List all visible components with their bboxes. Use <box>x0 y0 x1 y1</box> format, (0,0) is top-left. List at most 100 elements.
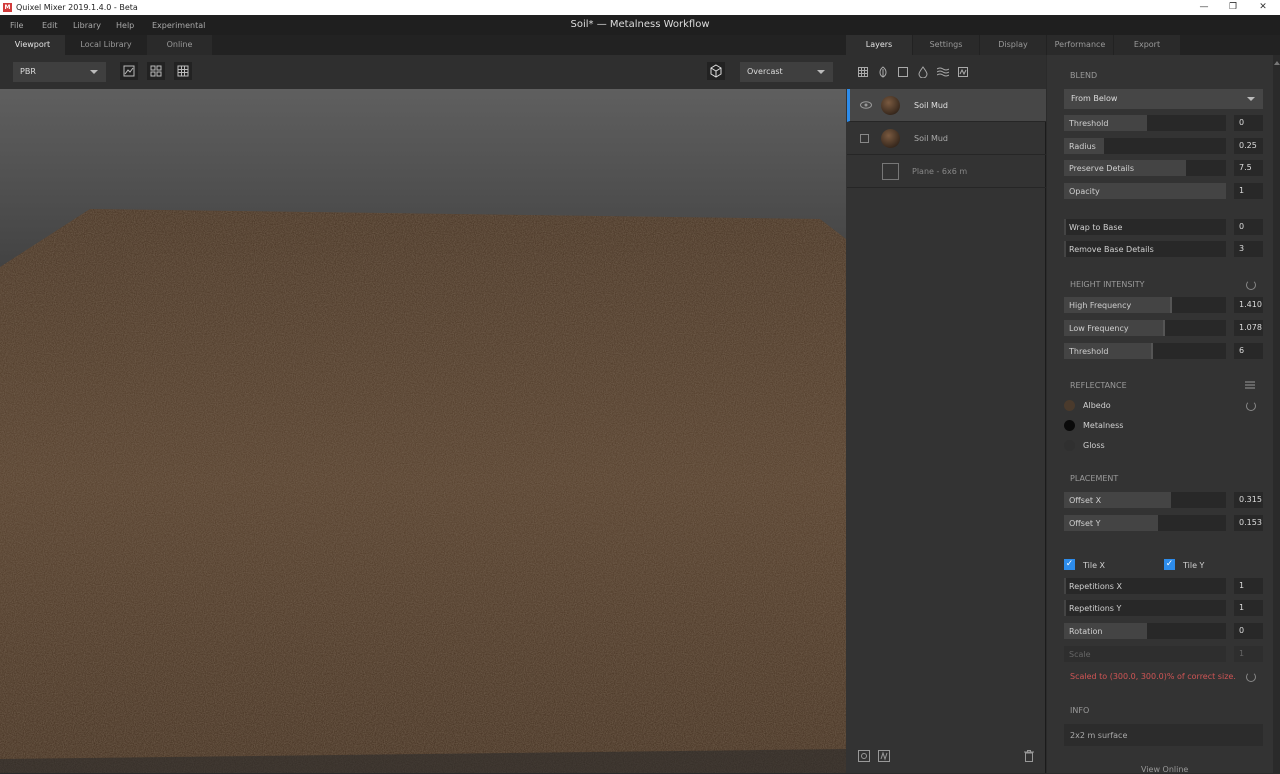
rotation-slider[interactable]: Rotation <box>1064 623 1226 639</box>
scale-value: 1 <box>1234 646 1263 662</box>
grid-2x2-icon <box>150 65 162 77</box>
tab-export[interactable]: Export <box>1114 35 1180 55</box>
remove-base-details-value[interactable]: 3 <box>1234 241 1263 257</box>
soil-surface-render <box>0 209 846 773</box>
blend-mode-value: From Below <box>1071 94 1118 103</box>
grid-view-button[interactable] <box>174 62 192 80</box>
tab-layers[interactable]: Layers <box>846 35 912 55</box>
gloss-swatch[interactable] <box>1064 440 1075 451</box>
tile-y-checkbox[interactable]: ✓ <box>1164 559 1175 570</box>
slider-label: Wrap to Base <box>1069 223 1123 232</box>
grid-3x3-icon <box>177 65 189 77</box>
quad-view-button[interactable] <box>147 62 165 80</box>
repetitions-y-slider[interactable]: Repetitions Y <box>1064 600 1226 616</box>
tile-x-checkbox[interactable]: ✓ <box>1064 559 1075 570</box>
scrollbar[interactable] <box>1273 55 1280 773</box>
high-frequency-value[interactable]: 1.410 <box>1234 297 1263 313</box>
radius-value[interactable]: 0.25 <box>1234 138 1263 154</box>
trash-icon[interactable] <box>1024 750 1034 762</box>
albedo-swatch[interactable] <box>1064 400 1075 411</box>
info-section-title: INFO <box>1070 706 1090 715</box>
remove-base-details-slider[interactable]: Remove Base Details <box>1064 241 1226 257</box>
viewport-canvas[interactable] <box>0 89 846 773</box>
leaf-icon[interactable] <box>878 66 888 78</box>
offset-y-value[interactable]: 0.153 <box>1234 515 1263 531</box>
cube-icon <box>710 64 722 78</box>
repetitions-x-value[interactable]: 1 <box>1234 578 1263 594</box>
height-threshold-value[interactable]: 6 <box>1234 343 1263 359</box>
radius-slider[interactable]: Radius <box>1064 138 1226 154</box>
slider-label: Threshold <box>1069 119 1109 128</box>
low-frequency-value[interactable]: 1.078 <box>1234 320 1263 336</box>
preserve-details-value[interactable]: 7.5 <box>1234 160 1263 176</box>
layer-row[interactable]: Soil Mud <box>847 122 1046 155</box>
info-text: 2x2 m surface <box>1070 731 1128 740</box>
slider-label: High Frequency <box>1069 301 1132 310</box>
reset-icon[interactable] <box>1246 401 1256 411</box>
waves-icon[interactable] <box>937 67 949 77</box>
fluid-icon[interactable] <box>918 66 928 78</box>
tab-viewport[interactable]: Viewport <box>0 35 65 55</box>
wrap-to-base-slider[interactable]: Wrap to Base <box>1064 219 1226 235</box>
wrap-to-base-value[interactable]: 0 <box>1234 219 1263 235</box>
layer-name: Soil Mud <box>914 101 949 110</box>
render-mode-dropdown[interactable]: PBR <box>13 62 106 82</box>
opacity-slider[interactable]: Opacity <box>1064 183 1226 199</box>
layer-row[interactable]: Soil Mud <box>847 89 1046 122</box>
albedo-label: Albedo <box>1083 401 1111 410</box>
tab-display[interactable]: Display <box>980 35 1046 55</box>
restore-button[interactable]: ❐ <box>1218 1 1248 14</box>
slider-label: Repetitions X <box>1069 582 1122 591</box>
layer-row[interactable]: Plane - 6x6 m <box>847 155 1046 188</box>
close-button[interactable]: ✕ <box>1248 1 1278 14</box>
repetitions-y-value[interactable]: 1 <box>1234 600 1263 616</box>
tile-y-label: Tile Y <box>1183 561 1205 570</box>
chevron-down-icon <box>817 70 825 74</box>
solid-layer-icon[interactable] <box>898 67 908 77</box>
add-mask-icon[interactable] <box>878 750 890 762</box>
preserve-details-slider[interactable]: Preserve Details <box>1064 160 1226 176</box>
reset-icon[interactable] <box>1246 280 1256 290</box>
threshold-value[interactable]: 0 <box>1234 115 1263 131</box>
visibility-checkbox[interactable] <box>860 134 869 143</box>
render-mode-value: PBR <box>20 67 36 76</box>
high-frequency-slider[interactable]: High Frequency <box>1064 297 1226 313</box>
environment-dropdown[interactable]: Overcast <box>740 62 833 82</box>
repetitions-x-slider[interactable]: Repetitions X <box>1064 578 1226 594</box>
plane-thumbnail <box>882 163 899 180</box>
scroll-up-icon[interactable] <box>1274 59 1280 65</box>
menu-icon[interactable] <box>1245 381 1255 389</box>
mask-icon[interactable] <box>958 67 968 77</box>
blend-mode-dropdown[interactable]: From Below <box>1064 89 1263 109</box>
rotation-value[interactable]: 0 <box>1234 623 1263 639</box>
offset-x-slider[interactable]: Offset X <box>1064 492 1226 508</box>
low-frequency-slider[interactable]: Low Frequency <box>1064 320 1226 336</box>
threshold-slider[interactable]: Threshold <box>1064 115 1226 131</box>
model-view-button[interactable] <box>707 62 725 80</box>
tab-settings[interactable]: Settings <box>913 35 979 55</box>
image-view-button[interactable] <box>120 62 138 80</box>
offset-x-value[interactable]: 0.315 <box>1234 492 1263 508</box>
offset-y-slider[interactable]: Offset Y <box>1064 515 1226 531</box>
tab-online[interactable]: Online <box>147 35 212 55</box>
minimize-button[interactable]: — <box>1189 1 1219 14</box>
eye-icon[interactable] <box>860 101 872 109</box>
slider-label: Radius <box>1069 142 1096 151</box>
add-layer-icon[interactable] <box>858 750 870 762</box>
tab-local-library[interactable]: Local Library <box>66 35 146 55</box>
slider-label: Scale <box>1069 650 1091 659</box>
reset-icon[interactable] <box>1246 672 1256 682</box>
opacity-value[interactable]: 1 <box>1234 183 1263 199</box>
app-logo-icon: M <box>3 3 12 12</box>
metalness-swatch[interactable] <box>1064 420 1075 431</box>
height-section-title: HEIGHT INTENSITY <box>1070 280 1145 289</box>
reflectance-section-title: REFLECTANCE <box>1070 381 1127 390</box>
blend-section-title: BLEND <box>1070 71 1098 80</box>
layer-type-toolbar <box>846 55 1046 89</box>
slider-label: Offset X <box>1069 496 1102 505</box>
tab-performance[interactable]: Performance <box>1047 35 1113 55</box>
metalness-label: Metalness <box>1083 421 1124 430</box>
surface-layer-icon[interactable] <box>858 67 868 77</box>
slider-label: Remove Base Details <box>1069 245 1154 254</box>
height-threshold-slider[interactable]: Threshold <box>1064 343 1226 359</box>
